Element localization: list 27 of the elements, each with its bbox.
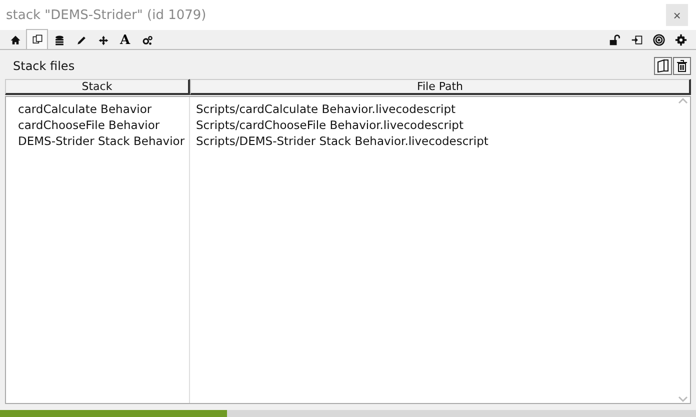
section-title: Stack files — [13, 59, 76, 73]
table-cell-text: Scripts/cardChooseFile Behavior.livecodescript — [196, 117, 464, 133]
table-cell-text: DEMS-Strider Stack Behavior — [18, 133, 186, 149]
column-header[interactable]: Stack — [5, 79, 190, 95]
table-cell: Scripts/DEMS-Strider Stack Behavior.livecodescript — [196, 133, 488, 149]
trash-button[interactable] — [673, 57, 691, 75]
copy-icon — [32, 34, 42, 45]
move-icon — [98, 35, 108, 46]
settings-icon — [675, 34, 687, 46]
trash-icon — [675, 59, 689, 73]
target-icon — [653, 34, 665, 46]
home-icon — [10, 35, 20, 46]
table-cell-text: cardCalculate Behavior — [18, 101, 153, 117]
table-cell-text: Scripts/cardCalculate Behavior.livecodescript — [196, 101, 456, 117]
folder-button[interactable] — [654, 57, 672, 75]
import-icon — [631, 34, 643, 46]
column-header[interactable]: File Path — [190, 79, 691, 95]
gears-icon — [142, 35, 152, 46]
tab[interactable] — [26, 29, 48, 49]
text-tab[interactable]: A — [114, 31, 136, 49]
lock-icon — [609, 34, 621, 46]
folder-icon — [656, 59, 670, 73]
table-cell-text: cardChooseFile Behavior — [18, 117, 161, 133]
close-button[interactable]: × — [666, 4, 688, 26]
pencil-icon — [76, 35, 86, 46]
database-icon — [54, 35, 64, 46]
window-title: stack "DEMS-Strider" (id 1079) — [6, 8, 206, 22]
